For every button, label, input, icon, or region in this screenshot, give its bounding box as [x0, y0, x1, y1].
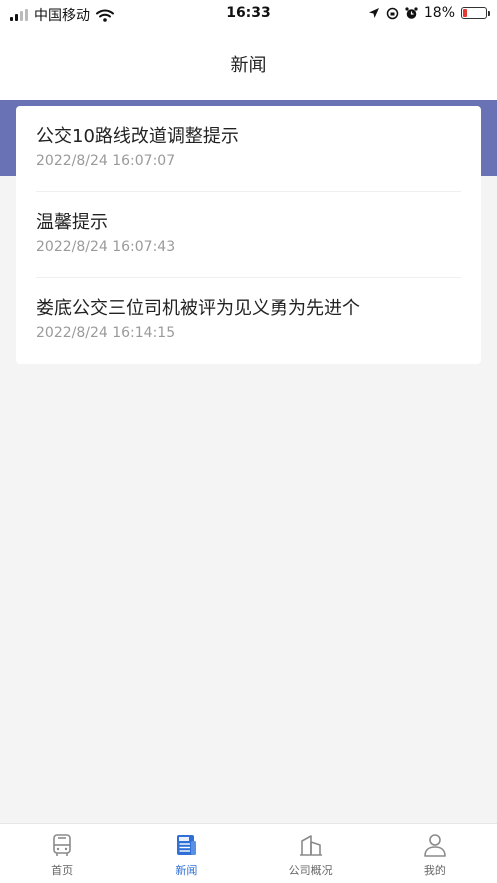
news-list: 公交10路线改道调整提示 2022/8/24 16:07:07 温馨提示 202…: [16, 106, 481, 364]
news-time: 2022/8/24 16:07:43: [36, 239, 176, 255]
tab-mine[interactable]: 我的: [373, 824, 497, 883]
lock-rotation-icon: [386, 7, 399, 19]
location-icon: [368, 8, 379, 18]
page-title: 新闻: [230, 55, 267, 76]
battery-icon: [461, 7, 490, 19]
news-title: 公交10路线改道调整提示: [36, 126, 239, 147]
alarm-icon: [405, 6, 418, 19]
tab-bar: 首页 新闻 公司概况 我的: [0, 823, 497, 883]
news-item[interactable]: 娄底公交三位司机被评为见义勇为先进个 2022/8/24 16:14:15: [36, 278, 461, 364]
tab-news[interactable]: 新闻: [124, 824, 248, 883]
user-icon: [424, 834, 446, 857]
tab-label: 公司概况: [288, 864, 333, 877]
news-item[interactable]: 温馨提示 2022/8/24 16:07:43: [36, 192, 461, 278]
status-bar: 中国移动 16:33 18%: [0, 0, 497, 28]
nav-bar: 新闻: [0, 28, 497, 100]
news-icon: [177, 835, 197, 855]
news-title: 温馨提示: [36, 212, 108, 233]
status-right: 18%: [368, 5, 490, 21]
tab-label: 首页: [51, 864, 74, 877]
tab-label: 新闻: [175, 864, 198, 877]
tab-company[interactable]: 公司概况: [249, 824, 373, 883]
tab-label: 我的: [423, 864, 446, 877]
news-item[interactable]: 公交10路线改道调整提示 2022/8/24 16:07:07: [36, 106, 461, 192]
building-icon: [299, 835, 322, 856]
battery-level: [463, 9, 467, 17]
news-time: 2022/8/24 16:07:07: [36, 153, 176, 169]
bus-icon: [53, 834, 71, 856]
battery-percent: 18%: [423, 5, 455, 21]
news-title: 娄底公交三位司机被评为见义勇为先进个: [36, 298, 360, 319]
news-time: 2022/8/24 16:14:15: [36, 325, 176, 341]
tab-home[interactable]: 首页: [0, 824, 124, 883]
